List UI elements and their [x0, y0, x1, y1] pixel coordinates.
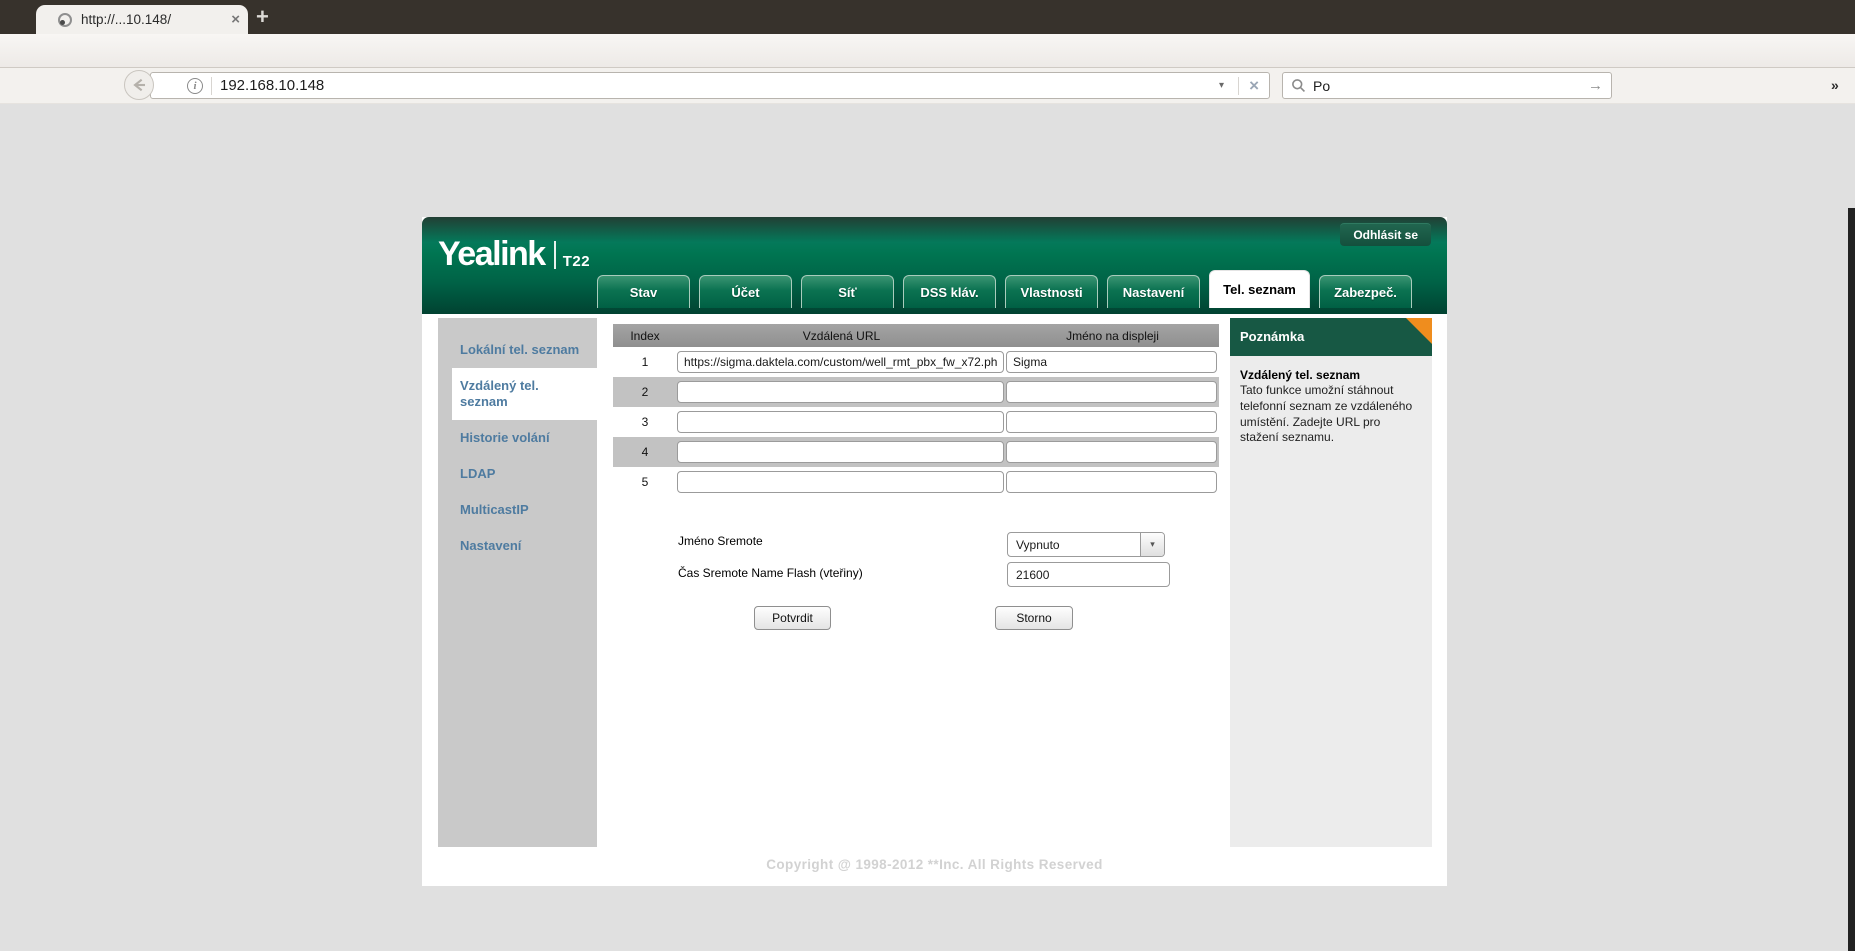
new-tab-button[interactable]: +: [256, 6, 269, 28]
table-row: 1: [613, 347, 1219, 377]
tab-vlastnosti[interactable]: Vlastnosti: [1005, 275, 1098, 308]
screen: http://...10.148/ × +: [0, 0, 1855, 951]
search-bar[interactable]: →: [1282, 72, 1612, 99]
display-name-input-2[interactable]: [1006, 381, 1217, 403]
address-input[interactable]: [220, 77, 1213, 94]
phonebook-table: Index Vzdálená URL Jméno na displeji 1 2: [613, 324, 1219, 497]
logout-button[interactable]: Odhlásit se: [1340, 223, 1431, 246]
panel-header: Yealink T22 Odhlásit se Stav Účet Síť DS…: [422, 217, 1447, 314]
logo-wordmark: Yealink: [438, 237, 545, 271]
sidebar: Lokální tel. seznam Vzdálený tel. seznam…: [438, 318, 597, 847]
logo-model: T22: [563, 253, 590, 270]
tab-nastaveni[interactable]: Nastavení: [1107, 275, 1200, 308]
browser-tab-bar: http://...10.148/ × +: [0, 0, 1855, 34]
flash-time-label: Čas Sremote Name Flash (vteřiny): [678, 566, 863, 580]
table-row: 2: [613, 377, 1219, 407]
logo-divider: [554, 241, 556, 269]
table-row: 3: [613, 407, 1219, 437]
folded-corner-icon: [1406, 318, 1432, 344]
cancel-button[interactable]: Storno: [995, 606, 1073, 630]
nav-tabs: Stav Účet Síť DSS kláv. Vlastnosti Nasta…: [597, 270, 1421, 308]
display-name-input-3[interactable]: [1006, 411, 1217, 433]
note-body: Vzdálený tel. seznam Tato funkce umožní …: [1230, 356, 1432, 847]
row-index: 5: [613, 475, 677, 489]
note-panel: Poznámka Vzdálený tel. seznam Tato funkc…: [1230, 318, 1432, 847]
note-text: Tato funkce umožní stáhnout telefonní se…: [1240, 383, 1422, 446]
tab-dss-klav[interactable]: DSS kláv.: [903, 275, 996, 308]
tab-ucet[interactable]: Účet: [699, 275, 792, 308]
search-go-icon[interactable]: →: [1588, 77, 1603, 94]
site-info-icon[interactable]: i: [187, 78, 203, 94]
display-name-input-1[interactable]: [1006, 351, 1217, 373]
remote-url-input-4[interactable]: [677, 441, 1004, 463]
row-index: 2: [613, 385, 677, 399]
remote-url-input-2[interactable]: [677, 381, 1004, 403]
remote-url-input-3[interactable]: [677, 411, 1004, 433]
url-dropdown-icon[interactable]: ▾: [1213, 80, 1230, 91]
display-name-input-5[interactable]: [1006, 471, 1217, 493]
sidebar-item-vzdaleny-tel-seznam[interactable]: Vzdálený tel. seznam: [452, 368, 597, 420]
browser-tab-title: http://...10.148/: [81, 12, 225, 27]
copyright-text: Copyright @ 1998-2012 **Inc. All Rights …: [422, 857, 1447, 872]
bookmarks-overflow-icon[interactable]: »: [1831, 77, 1839, 93]
sidebar-item-historie-volani[interactable]: Historie volání: [438, 420, 597, 456]
page-scrollbar[interactable]: [1848, 208, 1855, 951]
note-title: Vzdálený tel. seznam: [1240, 368, 1422, 382]
tab-stav[interactable]: Stav: [597, 275, 690, 308]
urlbar-divider-2: [1238, 77, 1239, 95]
sidebar-item-ldap[interactable]: LDAP: [438, 456, 597, 492]
sidebar-item-multicastip[interactable]: MulticastIP: [438, 492, 597, 528]
tab-zabezpec[interactable]: Zabezpeč.: [1319, 275, 1412, 308]
urlbar-divider: [211, 77, 212, 95]
header-index: Index: [613, 329, 677, 343]
sremote-name-label: Jméno Sremote: [678, 534, 763, 548]
table-header-row: Index Vzdálená URL Jméno na displeji: [613, 324, 1219, 347]
search-icon: [1291, 78, 1306, 93]
yealink-panel: Yealink T22 Odhlásit se Stav Účet Síť DS…: [422, 217, 1447, 886]
header-url: Vzdálená URL: [677, 329, 1006, 343]
select-value: Vypnuto: [1008, 538, 1140, 552]
sidebar-item-lokalni-tel-seznam[interactable]: Lokální tel. seznam: [438, 332, 597, 368]
tab-tel-seznam[interactable]: Tel. seznam: [1209, 270, 1310, 308]
flash-time-input[interactable]: [1007, 562, 1170, 587]
note-header: Poznámka: [1230, 318, 1432, 356]
site-favicon-icon: [58, 13, 72, 27]
web-page: Yealink T22 Odhlásit se Stav Účet Síť DS…: [0, 104, 1855, 951]
table-row: 4: [613, 437, 1219, 467]
remote-url-input-1[interactable]: [677, 351, 1004, 373]
row-index: 4: [613, 445, 677, 459]
url-bar[interactable]: i ▾ ×: [150, 72, 1270, 99]
back-button[interactable]: [124, 70, 154, 100]
tab-close-icon[interactable]: ×: [231, 11, 240, 28]
confirm-button[interactable]: Potvrdit: [754, 606, 831, 630]
row-index: 1: [613, 355, 677, 369]
panel-content: Lokální tel. seznam Vzdálený tel. seznam…: [422, 318, 1447, 847]
yealink-logo: Yealink T22: [438, 237, 590, 271]
sremote-name-select[interactable]: Vypnuto ▾: [1007, 532, 1165, 557]
tab-sit[interactable]: Síť: [801, 275, 894, 308]
browser-tab[interactable]: http://...10.148/ ×: [36, 5, 248, 34]
browser-toolbar: i ▾ × → ABP ▾: [0, 34, 1855, 68]
remote-url-input-5[interactable]: [677, 471, 1004, 493]
header-display-name: Jméno na displeji: [1006, 329, 1219, 343]
table-row: 5: [613, 467, 1219, 497]
row-index: 3: [613, 415, 677, 429]
sidebar-item-nastaveni[interactable]: Nastavení: [438, 528, 597, 564]
chevron-down-icon[interactable]: ▾: [1140, 533, 1164, 556]
display-name-input-4[interactable]: [1006, 441, 1217, 463]
search-input[interactable]: [1313, 78, 1588, 94]
stop-loading-icon[interactable]: ×: [1247, 76, 1269, 96]
